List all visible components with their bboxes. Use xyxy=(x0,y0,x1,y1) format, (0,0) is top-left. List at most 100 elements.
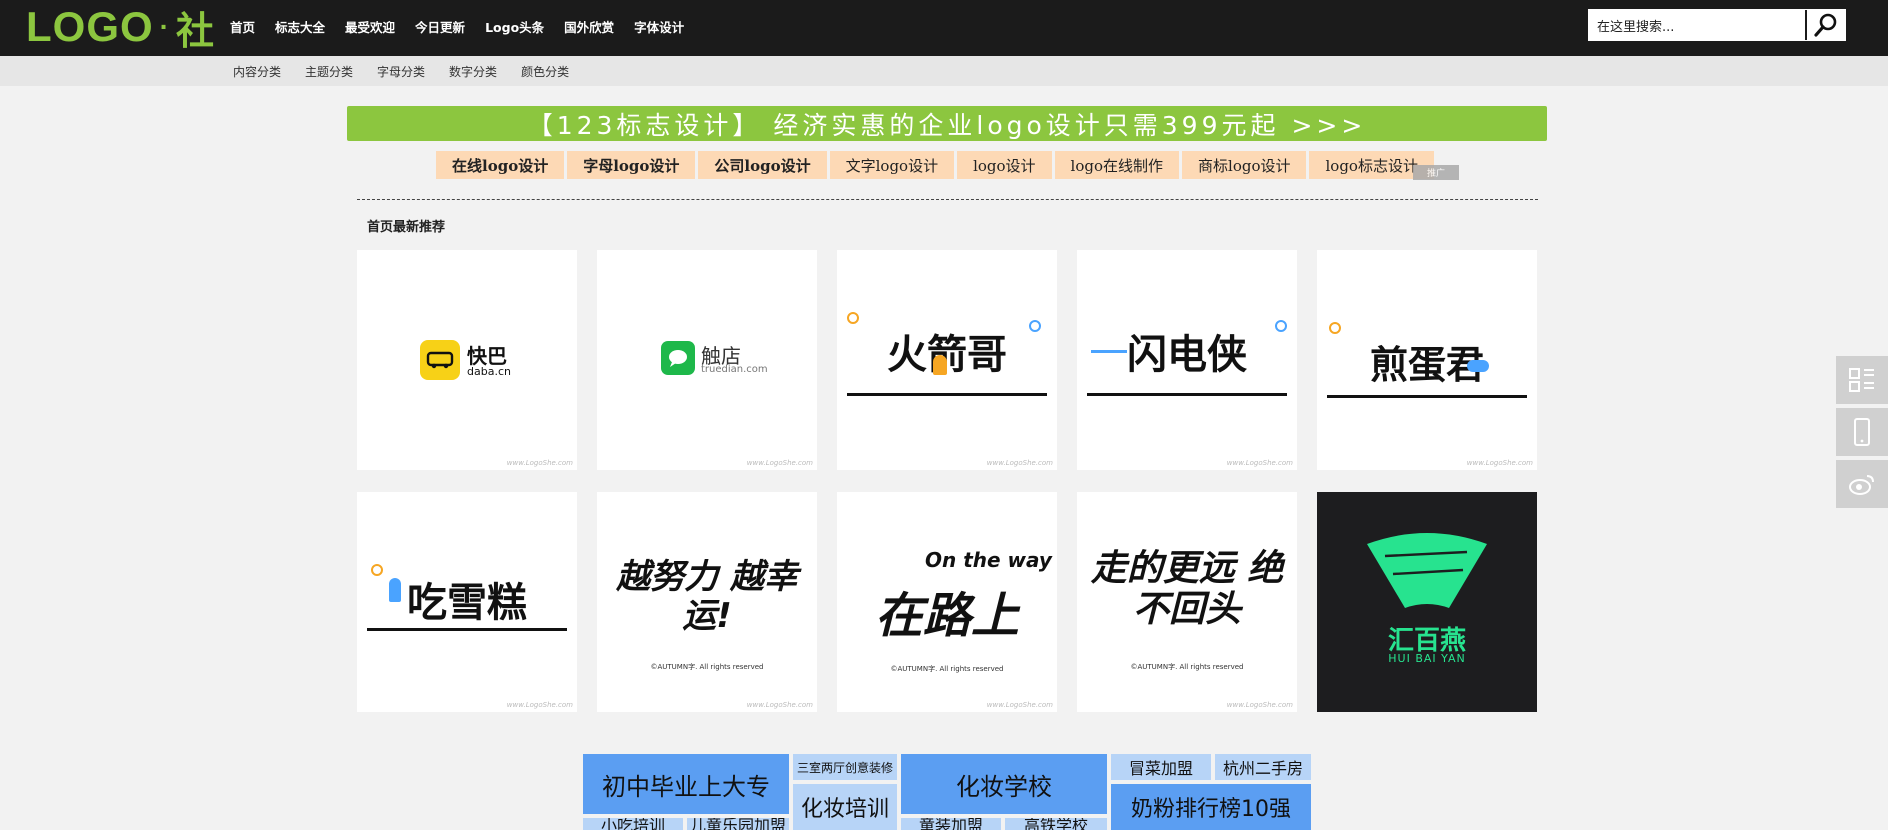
mobile-button[interactable] xyxy=(1836,408,1888,456)
ad-badge: 推广 xyxy=(1413,165,1459,180)
rocket-icon xyxy=(933,355,947,375)
mobile-icon xyxy=(1854,418,1870,446)
category-number[interactable]: 数字分类 xyxy=(449,63,497,80)
ad-link[interactable]: 小吃培训 xyxy=(583,818,683,830)
egg-face-icon xyxy=(1467,360,1489,372)
ad-link[interactable]: 高铁学校 xyxy=(1005,818,1107,830)
promo-tag[interactable]: 公司logo设计 xyxy=(698,151,827,179)
bus-icon xyxy=(420,340,460,380)
watermark: www.LogoShe.com xyxy=(986,459,1053,467)
ad-link[interactable]: 杭州二手房 xyxy=(1215,754,1311,780)
ad-block: 初中毕业上大专 三室两厅创意装修 化妆学校 冒菜加盟 杭州二手房 化妆培训 奶粉… xyxy=(583,754,1311,830)
ad-link[interactable]: 初中毕业上大专 xyxy=(583,754,789,814)
logo-card[interactable]: 越努力 越幸运! ©AUTUMN字. All rights reserved w… xyxy=(597,492,817,712)
promo-tag[interactable]: 商标logo设计 xyxy=(1182,151,1307,179)
watermark: www.LogoShe.com xyxy=(1466,459,1533,467)
watermark: www.LogoShe.com xyxy=(986,701,1053,709)
ad-link[interactable]: 三室两厅创意装修 xyxy=(793,754,897,780)
card-credit: ©AUTUMN字. All rights reserved xyxy=(1130,663,1244,671)
logo-card[interactable]: 走的更远 绝不回头 ©AUTUMN字. All rights reserved … xyxy=(1077,492,1297,712)
nav-popular[interactable]: 最受欢迎 xyxy=(345,17,395,36)
logo-card[interactable]: 快巴 daba.cn www.LogoShe.com xyxy=(357,250,577,470)
logo-card[interactable]: 煎蛋君 www.LogoShe.com xyxy=(1317,250,1537,470)
category-letter[interactable]: 字母分类 xyxy=(377,63,425,80)
nav-logo-headlines[interactable]: Logo头条 xyxy=(485,17,544,36)
ad-link[interactable]: 冒菜加盟 xyxy=(1111,754,1211,780)
qrcode-icon xyxy=(1849,368,1874,392)
card-name: 越努力 越幸运! xyxy=(616,557,798,637)
promo-tag[interactable]: logo在线制作 xyxy=(1054,151,1180,179)
category-nav: 内容分类 主题分类 字母分类 数字分类 颜色分类 xyxy=(233,56,593,86)
card-name: 走的更远 绝不回头 xyxy=(1090,548,1284,631)
logo-grid: 快巴 daba.cn www.LogoShe.com 触店 truedian.c… xyxy=(357,250,1539,714)
card-credit: ©AUTUMN字. All rights reserved xyxy=(650,663,764,671)
nav-today-updates[interactable]: 今日更新 xyxy=(415,17,465,36)
sparkle-icon xyxy=(1275,320,1287,332)
nav-home[interactable]: 首页 xyxy=(230,17,255,36)
card-name: 煎蛋君 xyxy=(1369,343,1484,387)
promo-banner[interactable]: 【123标志设计】 经济实惠的企业logo设计只需399元起 >>> xyxy=(347,106,1547,141)
ad-link[interactable]: 化妆培训 xyxy=(793,784,897,830)
promo-tag[interactable]: 在线logo设计 xyxy=(436,151,565,179)
card-sub: HUI BAI YAN xyxy=(1388,652,1466,665)
card-name: 在路上 xyxy=(874,588,1019,644)
sparkle-icon xyxy=(1029,320,1041,332)
card-sub: truedian.com xyxy=(701,364,768,375)
card-sub: daba.cn xyxy=(467,365,511,378)
category-color[interactable]: 颜色分类 xyxy=(521,63,569,80)
category-bar: 内容分类 主题分类 字母分类 数字分类 颜色分类 xyxy=(0,56,1888,86)
nav-logo-collection[interactable]: 标志大全 xyxy=(275,17,325,36)
logo-she: 社 xyxy=(176,10,216,53)
watermark: www.LogoShe.com xyxy=(1226,701,1293,709)
popsicle-icon xyxy=(389,578,401,602)
search-icon xyxy=(1814,13,1837,37)
section-divider xyxy=(357,199,1538,200)
nav-foreign-showcase[interactable]: 国外欣赏 xyxy=(564,17,614,36)
logo-card[interactable]: On the way 在路上 ©AUTUMN字. All rights rese… xyxy=(837,492,1057,712)
promo-tag[interactable]: logo设计 xyxy=(957,151,1052,179)
ad-link[interactable]: 儿童乐园加盟 xyxy=(687,818,789,830)
underline xyxy=(367,628,567,631)
category-content[interactable]: 内容分类 xyxy=(233,63,281,80)
top-navigation-bar: LOGO · 社 首页 标志大全 最受欢迎 今日更新 Logo头条 国外欣赏 字… xyxy=(0,0,1888,56)
promo-tag[interactable]: 字母logo设计 xyxy=(567,151,696,179)
logo-card[interactable]: 吃雪糕 www.LogoShe.com xyxy=(357,492,577,712)
search-box xyxy=(1588,9,1846,41)
card-overlay: On the way xyxy=(925,548,1052,572)
speed-line xyxy=(1091,350,1127,353)
ad-link[interactable]: 化妆学校 xyxy=(901,754,1107,814)
logo-text: LOGO xyxy=(26,3,154,50)
sparkle-icon xyxy=(371,564,383,576)
nav-font-design[interactable]: 字体设计 xyxy=(634,17,684,36)
card-name: 火箭哥 xyxy=(887,332,1007,378)
promo-tag[interactable]: 文字logo设计 xyxy=(829,151,955,179)
qrcode-button[interactable] xyxy=(1836,356,1888,404)
logo-card[interactable]: 汇百燕 HUI BAI YAN xyxy=(1317,492,1537,712)
fan-icon xyxy=(1367,533,1487,608)
logo-card[interactable]: 闪电侠 www.LogoShe.com xyxy=(1077,250,1297,470)
sparkle-icon xyxy=(1329,322,1341,334)
logo-dot: · xyxy=(159,11,170,42)
ad-link[interactable]: 奶粉排行榜10强 xyxy=(1111,784,1311,830)
search-input[interactable] xyxy=(1589,10,1809,40)
logo-card[interactable]: 触店 truedian.com www.LogoShe.com xyxy=(597,250,817,470)
logo-card[interactable]: 火箭哥 www.LogoShe.com xyxy=(837,250,1057,470)
category-theme[interactable]: 主题分类 xyxy=(305,63,353,80)
watermark: www.LogoShe.com xyxy=(506,701,573,709)
main-nav: 首页 标志大全 最受欢迎 今日更新 Logo头条 国外欣赏 字体设计 xyxy=(230,0,704,52)
promo-tags: 在线logo设计 字母logo设计 公司logo设计 文字logo设计 logo… xyxy=(436,151,1434,179)
weibo-button[interactable] xyxy=(1836,460,1888,508)
sparkle-icon xyxy=(847,312,859,324)
watermark: www.LogoShe.com xyxy=(746,701,813,709)
card-credit: ©AUTUMN字. All rights reserved xyxy=(890,665,1004,673)
search-button[interactable] xyxy=(1805,10,1845,40)
underline xyxy=(847,393,1047,396)
watermark: www.LogoShe.com xyxy=(1226,459,1293,467)
ad-link[interactable]: 童装加盟 xyxy=(901,818,1001,830)
section-title: 首页最新推荐 xyxy=(367,220,446,235)
watermark: www.LogoShe.com xyxy=(506,459,573,467)
weibo-icon xyxy=(1849,475,1874,495)
watermark: www.LogoShe.com xyxy=(746,459,813,467)
underline xyxy=(1327,395,1527,398)
site-logo[interactable]: LOGO · 社 xyxy=(26,3,215,53)
